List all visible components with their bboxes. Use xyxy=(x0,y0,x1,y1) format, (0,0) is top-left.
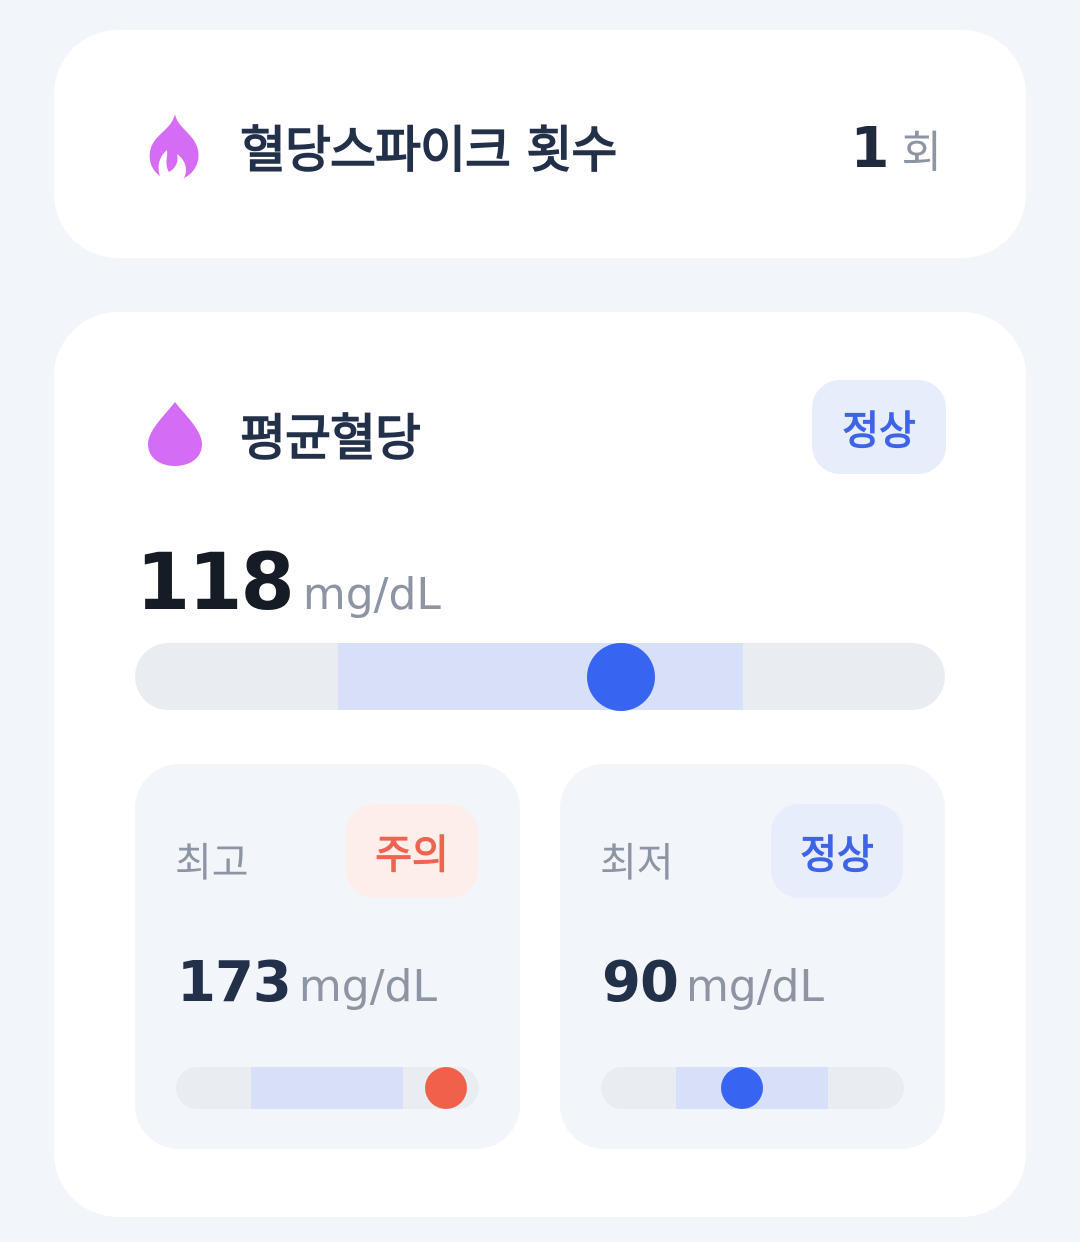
spike-title-row: 혈당스파이크 횟수 xyxy=(146,110,617,182)
average-status-badge: 정상 xyxy=(812,380,946,474)
lowest-status-badge: 정상 xyxy=(771,804,903,898)
average-glucose-card[interactable]: 평균혈당 정상 118 mg/dL 최고 주의 173 mg/dL 최저 정상 … xyxy=(54,312,1026,1217)
lowest-glucose-panel[interactable]: 최저 정상 90 mg/dL xyxy=(560,764,945,1149)
spike-title: 혈당스파이크 횟수 xyxy=(240,121,617,179)
lowest-value-number: 90 xyxy=(602,950,679,1015)
flame-icon xyxy=(149,114,199,178)
lowest-gauge-marker xyxy=(720,1067,763,1109)
average-value-number: 118 xyxy=(136,538,295,628)
lowest-value-unit: mg/dL xyxy=(685,961,824,1012)
average-value-unit: mg/dL xyxy=(302,569,441,620)
average-range-gauge xyxy=(135,643,945,710)
spike-count: 1 회 xyxy=(851,116,942,181)
drop-icon xyxy=(148,402,202,466)
average-value: 118 mg/dL xyxy=(136,538,441,628)
spike-count-value: 1 xyxy=(850,116,890,181)
lowest-value: 90 mg/dL xyxy=(602,950,824,1015)
spike-count-unit: 회 xyxy=(901,127,942,178)
average-gauge-marker xyxy=(587,643,655,711)
spike-count-card[interactable]: 혈당스파이크 횟수 1 회 xyxy=(54,30,1026,258)
normal-range-band xyxy=(251,1067,403,1109)
lowest-label: 최저 xyxy=(600,840,674,886)
average-title-row: 평균혈당 xyxy=(146,398,421,470)
normal-range-band xyxy=(338,643,743,710)
highest-gauge-marker xyxy=(424,1067,467,1109)
average-title: 평균혈당 xyxy=(240,409,421,467)
highest-label: 최고 xyxy=(175,840,249,886)
highest-value-number: 173 xyxy=(177,950,292,1015)
highest-value-unit: mg/dL xyxy=(298,961,437,1012)
highest-glucose-panel[interactable]: 최고 주의 173 mg/dL xyxy=(135,764,520,1149)
highest-status-badge: 주의 xyxy=(346,804,478,898)
highest-value: 173 mg/dL xyxy=(177,950,437,1015)
